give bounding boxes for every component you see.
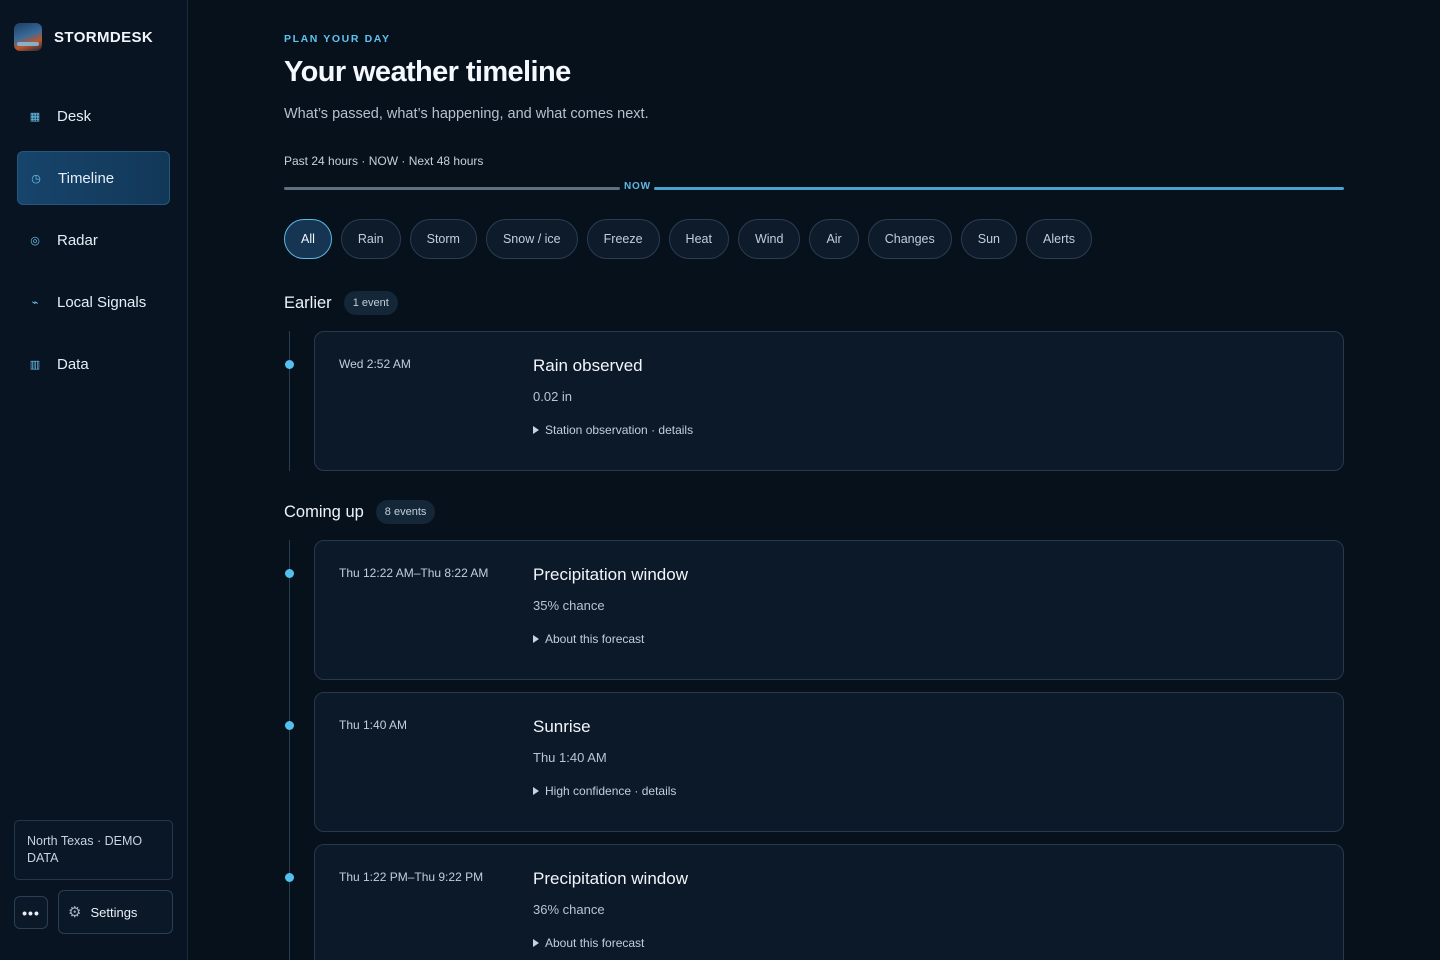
nav-item-label: Data [57, 355, 89, 373]
settings-label: Settings [90, 904, 138, 920]
now-marker: NOW [624, 181, 651, 192]
disclosure-triangle-icon [533, 787, 539, 795]
timeline-rail [289, 540, 290, 960]
filter-chip-storm[interactable]: Storm [409, 219, 477, 259]
nav-item-label: Timeline [58, 169, 115, 187]
page-subtitle: What’s passed, what’s happening, and wha… [284, 106, 649, 122]
event-details-toggle[interactable]: About this forecast [533, 936, 644, 950]
disclosure-triangle-icon [533, 426, 539, 434]
event-details-label: About this forecast [545, 936, 645, 950]
timeline-dot [285, 721, 294, 730]
more-button[interactable]: ••• [14, 896, 48, 929]
disclosure-triangle-icon [533, 635, 539, 643]
filter-chip-snow-ice[interactable]: Snow / ice [485, 219, 578, 259]
nav-item-data[interactable]: ▥ Data [17, 337, 170, 391]
timeline-dot [285, 360, 294, 369]
app-root: STORMDESK ▦ Desk ◷ Timeline ◎ Radar ⌁ Lo… [0, 0, 1440, 960]
nav-item-timeline[interactable]: ◷ Timeline [17, 151, 170, 205]
grid-icon: ▦ [29, 110, 41, 123]
gear-icon: ⚙ [68, 904, 82, 921]
event-details-toggle[interactable]: Station observation · details [533, 423, 693, 437]
event-time: Thu 1:40 AM [339, 718, 408, 732]
filter-chip-all[interactable]: All [284, 219, 332, 259]
event-count-badge: 1 event [343, 291, 398, 315]
brand-name: STORMDESK [54, 28, 154, 46]
nav-item-local-signals[interactable]: ⌁ Local Signals [17, 275, 170, 329]
event-card: Wed 2:52 AM Rain observed 0.02 in Statio… [314, 331, 1344, 471]
nav-item-desk[interactable]: ▦ Desk [17, 89, 170, 143]
timeline-dot [285, 873, 294, 882]
timeline-future-bar [654, 187, 1344, 190]
event-time: Thu 1:22 PM–Thu 9:22 PM [339, 870, 484, 884]
filter-chip-alerts[interactable]: Alerts [1026, 219, 1092, 259]
signal-icon: ⌁ [31, 296, 39, 309]
event-value: 0.02 in [533, 389, 573, 404]
timeline-rail [289, 331, 290, 471]
event-details-label: Station observation · details [545, 423, 694, 437]
page-eyebrow: PLAN YOUR DAY [284, 33, 391, 45]
event-value: Thu 1:40 AM [533, 750, 607, 765]
event-title: Sunrise [533, 717, 591, 736]
event-details-toggle[interactable]: High confidence · details [533, 784, 676, 798]
table-icon: ▥ [29, 358, 41, 371]
main-nav: ▦ Desk ◷ Timeline ◎ Radar ⌁ Local Signal… [17, 89, 170, 399]
time-range-label: Past 24 hours · NOW · Next 48 hours [284, 154, 484, 168]
section-header-earlier: Earlier 1 event [284, 291, 398, 315]
nav-item-radar[interactable]: ◎ Radar [17, 213, 170, 267]
event-time: Wed 2:52 AM [339, 357, 411, 371]
event-details-label: High confidence · details [545, 784, 677, 798]
event-title: Rain observed [533, 356, 643, 375]
filter-chip-wind[interactable]: Wind [737, 219, 801, 259]
event-value: 35% chance [533, 598, 605, 613]
page-title: Your weather timeline [284, 56, 571, 88]
filter-chip-sun[interactable]: Sun [960, 219, 1018, 259]
timeline-dot [285, 569, 294, 578]
event-card: Thu 1:22 PM–Thu 9:22 PM Precipitation wi… [314, 844, 1344, 960]
nav-item-label: Desk [57, 107, 92, 125]
event-time: Thu 12:22 AM–Thu 8:22 AM [339, 566, 489, 580]
event-card: Thu 12:22 AM–Thu 8:22 AM Precipitation w… [314, 540, 1344, 680]
disclosure-triangle-icon [533, 939, 539, 947]
section-title: Earlier [284, 293, 332, 312]
settings-button[interactable]: ⚙ Settings [58, 890, 173, 934]
brand[interactable]: STORMDESK [14, 23, 153, 51]
sidebar: STORMDESK ▦ Desk ◷ Timeline ◎ Radar ⌁ Lo… [0, 0, 188, 960]
event-value: 36% chance [533, 902, 605, 917]
filter-chip-rain[interactable]: Rain [340, 219, 401, 259]
nav-item-label: Local Signals [57, 293, 147, 311]
radar-icon: ◎ [30, 234, 40, 247]
filter-chip-heat[interactable]: Heat [668, 219, 729, 259]
region-indicator[interactable]: North Texas · DEMO DATA [14, 820, 173, 880]
filter-chip-air[interactable]: Air [809, 219, 859, 259]
nav-item-label: Radar [57, 231, 98, 249]
event-details-toggle[interactable]: About this forecast [533, 632, 644, 646]
filter-chips: All Rain Storm Snow / ice Freeze Heat Wi… [284, 219, 1092, 259]
event-count-badge: 8 events [375, 500, 436, 524]
section-title: Coming up [284, 502, 364, 521]
event-title: Precipitation window [533, 565, 688, 584]
clock-icon: ◷ [31, 172, 41, 185]
event-card: Thu 1:40 AM Sunrise Thu 1:40 AM High con… [314, 692, 1344, 832]
brand-logo-icon [14, 23, 42, 51]
event-details-label: About this forecast [545, 632, 645, 646]
timeline-past-bar [284, 187, 620, 190]
filter-chip-changes[interactable]: Changes [867, 219, 952, 259]
event-title: Precipitation window [533, 869, 688, 888]
filter-chip-freeze[interactable]: Freeze [586, 219, 660, 259]
section-header-coming-up: Coming up 8 events [284, 500, 436, 524]
